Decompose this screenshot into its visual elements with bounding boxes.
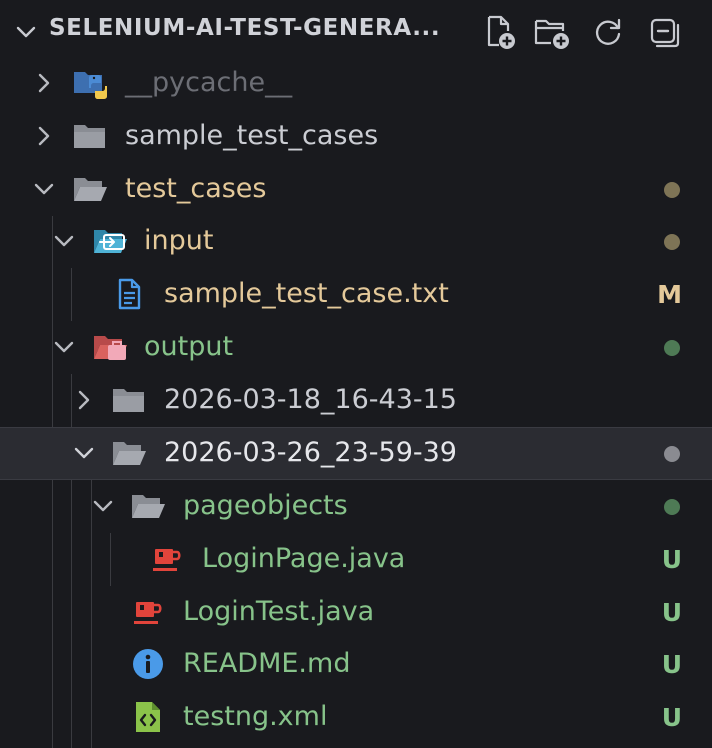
java-file-icon (134, 602, 162, 624)
tree-item-sample-test-case-txt[interactable]: sample_test_case.txt M (0, 268, 712, 321)
folder-open-icon (74, 178, 107, 201)
chevron-down-icon (54, 235, 74, 247)
git-status-badge: M (657, 280, 682, 309)
tree-item-label: 2026-03-18_16-43-15 (164, 384, 457, 415)
tree-item-label: output (144, 331, 234, 362)
change-indicator-dot (664, 499, 680, 515)
tree-item-label: input (144, 225, 214, 256)
tree-item-loginpage-java[interactable]: LoginPage.java U (0, 533, 712, 586)
chevron-right-icon (78, 390, 90, 410)
tree-item-label: sample_test_case.txt (164, 278, 449, 309)
chevron-down-icon[interactable] (12, 18, 40, 46)
output-folder-icon (94, 336, 127, 360)
chevron-down-icon (54, 341, 74, 353)
java-file-icon (153, 549, 181, 571)
tree-item-logintest-java[interactable]: LoginTest.java U (0, 586, 712, 639)
collapse-all-button[interactable] (644, 10, 684, 54)
tree-item-pycache[interactable]: __pycache__ (0, 57, 712, 110)
folder-icon (74, 125, 105, 148)
tree-item-run-2026-03-26[interactable]: 2026-03-26_23-59-39 (0, 427, 712, 480)
chevron-right-icon (38, 126, 50, 146)
new-folder-button[interactable] (532, 10, 572, 54)
chevron-down-icon (34, 183, 54, 195)
explorer-panel: SELENIUM-AI-TEST-GENERA... __pycache__ s… (0, 0, 712, 748)
chevron-down-icon (93, 500, 113, 512)
tree-item-label: README.md (183, 648, 351, 679)
change-indicator-dot (664, 182, 680, 198)
folder-open-icon (132, 495, 165, 518)
tree-item-run-2026-03-18[interactable]: 2026-03-18_16-43-15 (0, 374, 712, 427)
chevron-down-icon (74, 447, 94, 459)
workspace-title: SELENIUM-AI-TEST-GENERA... (49, 15, 441, 41)
tree-item-label: sample_test_cases (125, 120, 379, 151)
tree-item-label: LoginPage.java (202, 543, 406, 574)
collapse-all-icon (650, 18, 680, 48)
tree-item-output[interactable]: output (0, 321, 712, 374)
git-status-badge: U (661, 703, 682, 732)
tree-item-label: test_cases (125, 173, 267, 204)
new-file-button[interactable] (480, 10, 520, 54)
tree-item-label: pageobjects (183, 490, 348, 521)
change-indicator-dot (664, 340, 680, 356)
tree-item-readme-md[interactable]: README.md U (0, 638, 712, 691)
text-file-icon (118, 278, 141, 310)
git-status-badge: U (661, 598, 682, 627)
new-folder-icon (534, 19, 569, 49)
info-file-icon (133, 649, 163, 679)
tree-item-label: __pycache__ (125, 67, 293, 98)
tree-item-testng-xml[interactable]: testng.xml U (0, 691, 712, 744)
chevron-right-icon (38, 73, 50, 93)
tree-item-input[interactable]: input (0, 215, 712, 268)
tree-item-sample-test-cases[interactable]: sample_test_cases (0, 110, 712, 163)
tree-item-label: 2026-03-26_23-59-39 (164, 437, 457, 468)
git-status-badge: U (661, 650, 682, 679)
explorer-header[interactable]: SELENIUM-AI-TEST-GENERA... (0, 0, 712, 64)
xml-file-icon (136, 702, 160, 732)
folder-icon (113, 389, 144, 412)
new-file-icon (487, 15, 515, 49)
change-indicator-dot (664, 234, 680, 250)
git-status-badge: U (661, 545, 682, 574)
folder-open-icon (113, 442, 146, 465)
input-folder-icon (94, 230, 127, 253)
tree-item-label: testng.xml (183, 701, 328, 732)
tree-item-test-cases[interactable]: test_cases (0, 163, 712, 216)
refresh-icon (595, 18, 621, 45)
python-folder-icon (74, 72, 107, 99)
tree-item-label: LoginTest.java (183, 596, 375, 627)
change-indicator-dot (664, 446, 680, 462)
refresh-button[interactable] (588, 10, 628, 54)
tree-item-pageobjects[interactable]: pageobjects (0, 480, 712, 533)
